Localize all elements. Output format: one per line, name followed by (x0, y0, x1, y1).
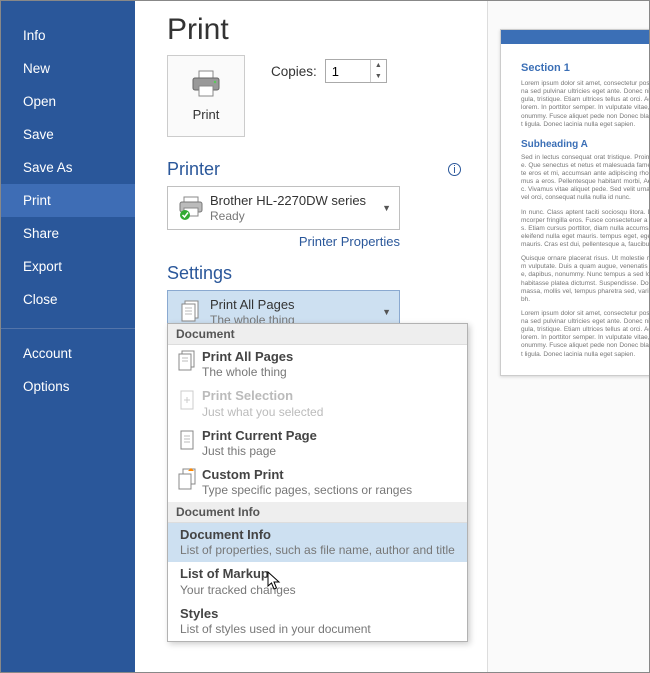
sidebar-item-new[interactable]: New (1, 52, 135, 85)
dropdown-item-sub: Just this page (202, 444, 461, 459)
page-title: Print (167, 13, 465, 47)
sidebar-item-share[interactable]: Share (1, 217, 135, 250)
dropdown-item-title: Print Selection (202, 388, 461, 404)
custom-pages-icon (174, 468, 202, 498)
sidebar-divider (1, 328, 135, 329)
sidebar-item-info[interactable]: Info (1, 19, 135, 52)
dropdown-item-print-selection: Print Selection Just what you selected (168, 384, 467, 423)
what-to-print-dropdown[interactable]: Document Print All Pages The whole thing… (167, 323, 468, 642)
preview-text: Quisque ornare placerat risus. Ut molest… (521, 255, 649, 304)
sidebar-item-export[interactable]: Export (1, 250, 135, 283)
printer-status-icon (176, 195, 206, 221)
sidebar-item-print[interactable]: Print (1, 184, 135, 217)
spinner-up-icon[interactable]: ▲ (371, 60, 386, 71)
preview-text: Lorem ipsum dolor sit amet, consectetur … (521, 80, 649, 129)
dropdown-item-print-all[interactable]: Print All Pages The whole thing (168, 345, 467, 384)
printer-status: Ready (210, 209, 382, 223)
printer-name: Brother HL-2270DW series (210, 193, 382, 209)
sidebar-item-saveas[interactable]: Save As (1, 151, 135, 184)
dropdown-item-sub: Your tracked changes (180, 583, 461, 598)
dropdown-item-title: Print Current Page (202, 428, 461, 444)
printer-selector[interactable]: Brother HL-2270DW series Ready ▼ (167, 186, 400, 230)
chevron-down-icon: ▼ (382, 203, 391, 213)
dropdown-item-print-current[interactable]: Print Current Page Just this page (168, 424, 467, 463)
preview-text: Sed in lectus consequat orat tristique. … (521, 154, 649, 203)
sidebar-item-close[interactable]: Close (1, 283, 135, 316)
dropdown-item-styles[interactable]: Styles List of styles used in your docum… (168, 602, 467, 641)
print-button[interactable]: Print (167, 55, 245, 137)
info-icon[interactable]: i (448, 163, 461, 176)
preview-text: Lorem ipsum dolor sit amet, consectetur … (521, 310, 649, 359)
dropdown-item-title: List of Markup (180, 566, 461, 582)
print-button-label: Print (193, 107, 220, 122)
sidebar-item-save[interactable]: Save (1, 118, 135, 151)
dropdown-item-sub: Just what you selected (202, 405, 461, 420)
copies-spinner[interactable]: ▲ ▼ (325, 59, 387, 83)
sidebar-item-options[interactable]: Options (1, 370, 135, 403)
dropdown-item-title: Styles (180, 606, 461, 622)
page-icon (174, 429, 202, 459)
dropdown-item-sub: List of properties, such as file name, a… (180, 543, 461, 558)
spinner-down-icon[interactable]: ▼ (371, 71, 386, 82)
dropdown-item-sub: List of styles used in your document (180, 622, 461, 637)
copies-label: Copies: (271, 64, 317, 79)
chevron-down-icon: ▼ (382, 307, 391, 317)
pages-icon (176, 299, 206, 325)
print-preview: Section 1 Lorem ipsum dolor sit amet, co… (487, 1, 649, 672)
dropdown-item-title: Print All Pages (202, 349, 461, 365)
preview-subheading: Subheading A (521, 139, 649, 150)
settings-selector-title: Print All Pages (210, 297, 382, 313)
dropdown-item-title: Custom Print (202, 467, 461, 483)
dropdown-item-list-of-markup[interactable]: List of Markup Your tracked changes (168, 562, 467, 601)
dropdown-item-title: Document Info (180, 527, 461, 543)
settings-header: Settings (167, 263, 232, 284)
dropdown-group-document: Document (168, 324, 467, 345)
dropdown-item-custom-print[interactable]: Custom Print Type specific pages, sectio… (168, 463, 467, 502)
preview-page: Section 1 Lorem ipsum dolor sit amet, co… (500, 29, 649, 376)
backstage-sidebar: Info New Open Save Save As Print Share E… (1, 1, 135, 672)
preview-text: In nunc. Class aptent taciti sociosqu li… (521, 209, 649, 250)
dropdown-item-document-info[interactable]: Document Info List of properties, such a… (168, 523, 467, 562)
dropdown-item-sub: The whole thing (202, 365, 461, 380)
dropdown-group-document-info: Document Info (168, 502, 467, 523)
pages-icon (174, 350, 202, 380)
sidebar-item-account[interactable]: Account (1, 337, 135, 370)
printer-icon (190, 70, 222, 101)
preview-section-heading: Section 1 (521, 62, 649, 74)
printer-properties-link[interactable]: Printer Properties (167, 234, 400, 249)
copies-input[interactable] (326, 60, 370, 82)
dropdown-item-sub: Type specific pages, sections or ranges (202, 483, 461, 498)
page-selection-icon (174, 389, 202, 419)
printer-header: Printer (167, 159, 220, 180)
sidebar-item-open[interactable]: Open (1, 85, 135, 118)
